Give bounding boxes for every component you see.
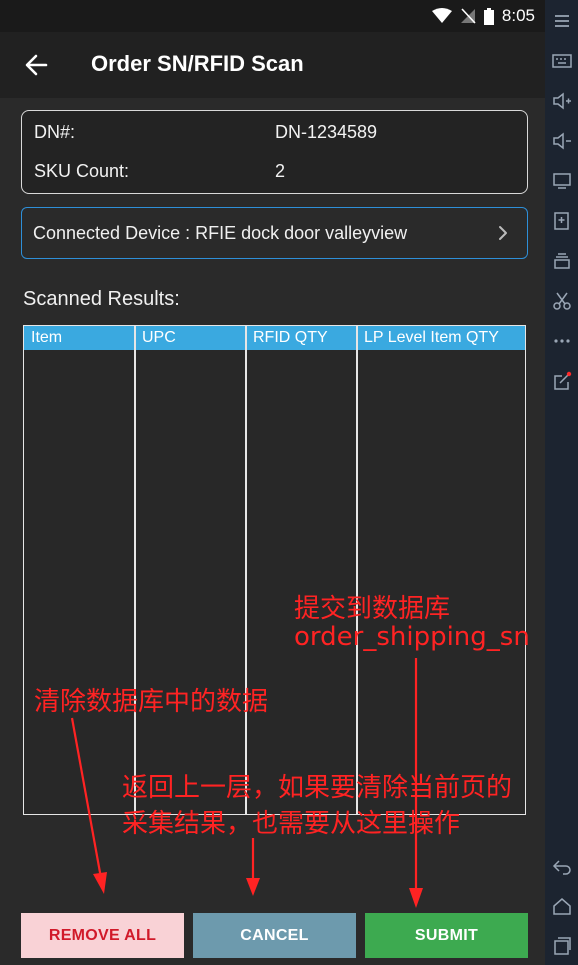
column-divider [134, 326, 136, 814]
sku-count-value: 2 [275, 161, 286, 181]
wifi-icon [431, 8, 452, 23]
more-icon[interactable] [551, 330, 573, 352]
status-time: 8:05 [501, 6, 535, 25]
chevron-right-icon [499, 226, 507, 240]
remove-all-button[interactable]: REMOVE ALL [21, 913, 184, 958]
cancel-annotation-arrow [246, 838, 260, 896]
back-arrow-icon[interactable] [22, 50, 52, 80]
dn-label: DN#: [34, 122, 76, 142]
cancel-annotation-line2: 采集结果，也需要从这里操作 [122, 809, 461, 839]
column-header-rfid-qty: RFID QTY [253, 329, 328, 346]
keyboard-icon[interactable] [551, 50, 573, 72]
column-header-item: Item [31, 329, 63, 346]
volume-down-icon[interactable] [551, 130, 573, 152]
connected-device-row[interactable]: Connected Device : RFIE dock door valley… [21, 207, 528, 259]
scanned-results-title: Scanned Results: [23, 288, 180, 310]
share-icon[interactable] [551, 370, 573, 392]
android-screen: 8:05 Order SN/RFID Scan DN#: DN-1234589 … [0, 0, 545, 965]
scanned-results-table: Item UPC RFID QTY LP Level Item QTY [23, 325, 526, 815]
connected-device-label: Connected Device : RFIE dock door valley… [33, 223, 408, 243]
submit-annotation-line1: 提交到数据库 [294, 594, 451, 624]
battery-icon [483, 7, 494, 25]
install-apk-icon[interactable] [551, 210, 573, 232]
column-header-upc: UPC [142, 329, 176, 346]
column-header-lp-level-item-qty: LP Level Item QTY [364, 329, 499, 346]
emulator-toolbar [545, 0, 578, 965]
volume-up-icon[interactable] [551, 90, 573, 112]
recent-apps-icon[interactable] [551, 935, 573, 957]
cancel-annotation-line1: 返回上一层，如果要清除当前页的 [122, 773, 513, 803]
sku-count-label: SKU Count: [34, 161, 130, 181]
column-divider [356, 326, 358, 814]
submit-annotation-line2: order_shipping_sn [294, 622, 530, 652]
submit-button[interactable]: SUBMIT [365, 913, 528, 958]
status-bar: 8:05 [0, 0, 545, 32]
page-title: Order SN/RFID Scan [91, 51, 304, 76]
remove-annotation: 清除数据库中的数据 [34, 687, 269, 717]
column-divider [245, 326, 247, 814]
menu-icon[interactable] [551, 10, 573, 32]
table-header: Item UPC RFID QTY LP Level Item QTY [24, 326, 525, 350]
app-bar: Order SN/RFID Scan [0, 32, 545, 98]
cancel-button[interactable]: CANCEL [193, 913, 356, 958]
no-signal-icon [460, 8, 476, 24]
back-nav-icon[interactable] [551, 855, 573, 877]
home-nav-icon[interactable] [551, 895, 573, 917]
display-icon[interactable] [551, 170, 573, 192]
scissors-icon[interactable] [551, 290, 573, 312]
dn-value: DN-1234589 [275, 122, 378, 142]
stack-icon[interactable] [551, 250, 573, 272]
order-info-card: DN#: DN-1234589 SKU Count: 2 [21, 110, 528, 194]
